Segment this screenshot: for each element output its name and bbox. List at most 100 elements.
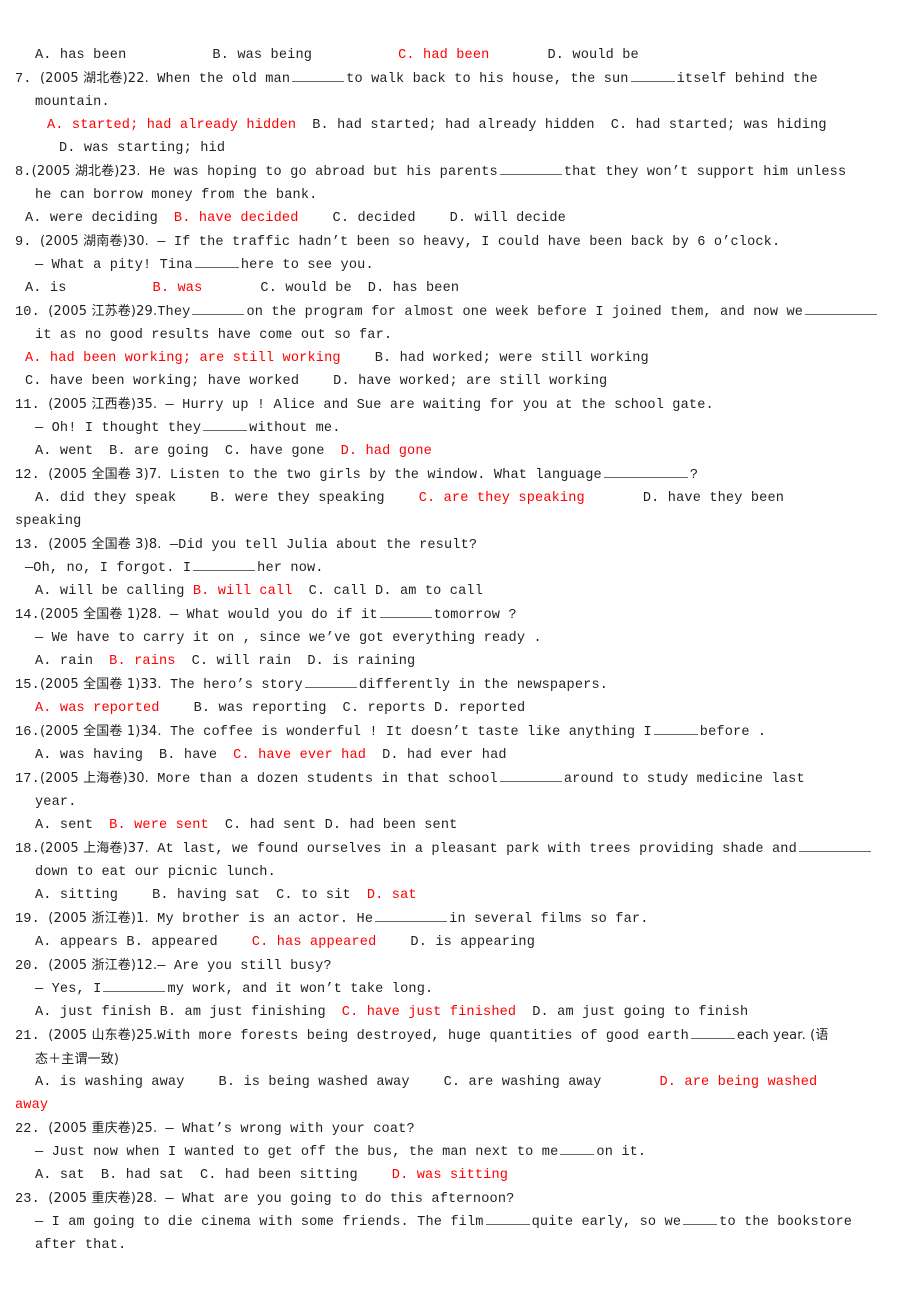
- option-a-answer[interactable]: A. was reported: [35, 701, 160, 716]
- option-c[interactable]: C. reports: [343, 701, 426, 716]
- option-c-answer[interactable]: C. has appeared: [252, 935, 377, 950]
- option-b[interactable]: B. were they speaking: [210, 491, 384, 506]
- option-b-answer[interactable]: B. was: [153, 281, 203, 296]
- option-a[interactable]: A. did they speak: [35, 491, 176, 506]
- answer-blank[interactable]: [683, 1212, 718, 1225]
- option-c[interactable]: C. would be: [260, 281, 351, 296]
- option-c[interactable]: C. had started; was hiding: [611, 118, 827, 133]
- answer-blank[interactable]: [630, 69, 675, 82]
- option-d-answer[interactable]: D. was sitting: [392, 1168, 508, 1183]
- option-b-answer[interactable]: B. were sent: [109, 818, 209, 833]
- option-a[interactable]: A. appears: [35, 935, 118, 950]
- option-a-answer[interactable]: A. had been working; are still working: [25, 351, 341, 366]
- options-row-wrap[interactable]: away: [15, 1094, 905, 1117]
- answer-blank[interactable]: [304, 675, 357, 688]
- option-b[interactable]: B. are going: [109, 444, 209, 459]
- option-a[interactable]: A. sat: [35, 1168, 85, 1183]
- option-a[interactable]: A. just finish: [35, 1005, 151, 1020]
- answer-blank[interactable]: [499, 162, 562, 175]
- option-a[interactable]: A. has been: [35, 48, 126, 63]
- option-d[interactable]: D. is appearing: [410, 935, 535, 950]
- question-stem: 10. (2005 江苏卷)29.They on the program for …: [15, 300, 905, 324]
- option-d[interactable]: D. is raining: [307, 654, 415, 669]
- option-d[interactable]: D. am just going to finish: [532, 1005, 748, 1020]
- answer-blank[interactable]: [194, 255, 239, 268]
- option-b[interactable]: B. is being washed away: [219, 1075, 410, 1090]
- answer-blank[interactable]: [292, 69, 345, 82]
- option-c[interactable]: C. had been sitting: [200, 1168, 358, 1183]
- option-b-answer[interactable]: B. will call: [193, 584, 293, 599]
- option-c[interactable]: C. to sit: [276, 888, 351, 903]
- option-a[interactable]: A. rain: [35, 654, 93, 669]
- option-d[interactable]: D. have they been: [643, 491, 784, 506]
- option-b[interactable]: B. had worked; were still working: [375, 351, 649, 366]
- options-row: A. was reported B. was reporting C. report…: [15, 697, 905, 720]
- answer-blank[interactable]: [560, 1142, 595, 1155]
- answer-blank[interactable]: [603, 465, 688, 478]
- option-c[interactable]: C. decided: [333, 211, 416, 226]
- option-c[interactable]: C. call: [309, 584, 367, 599]
- option-a[interactable]: A. sitting: [35, 888, 118, 903]
- option-c-answer[interactable]: C. have just finished: [342, 1005, 516, 1020]
- option-b[interactable]: B. appeared: [126, 935, 217, 950]
- option-a[interactable]: A. is washing away: [35, 1075, 185, 1090]
- option-d[interactable]: D. will decide: [450, 211, 566, 226]
- option-c[interactable]: C. have gone: [225, 444, 325, 459]
- option-c[interactable]: C. are washing away: [444, 1075, 602, 1090]
- answer-blank[interactable]: [379, 605, 432, 618]
- option-c[interactable]: C. have been working; have worked: [25, 374, 299, 389]
- option-b[interactable]: B. was reporting: [194, 701, 327, 716]
- option-c[interactable]: C. had sent: [225, 818, 316, 833]
- option-a[interactable]: A. will be calling: [35, 584, 185, 599]
- option-a[interactable]: A. was having: [35, 748, 143, 763]
- option-b[interactable]: B. am just finishing: [160, 1005, 326, 1020]
- option-d[interactable]: D. am to call: [375, 584, 483, 599]
- option-d-answer[interactable]: D. are being washed: [659, 1075, 817, 1090]
- option-c-answer[interactable]: C. have ever had: [233, 748, 366, 763]
- answer-blank[interactable]: [193, 558, 256, 571]
- option-b[interactable]: B. have: [159, 748, 217, 763]
- answer-blank[interactable]: [192, 302, 245, 315]
- option-d[interactable]: D. have worked; are still working: [333, 374, 607, 389]
- option-a[interactable]: A. sent: [35, 818, 93, 833]
- option-c-answer[interactable]: C. are they speaking: [419, 491, 585, 506]
- option-d[interactable]: D. was starting; hid: [59, 141, 225, 156]
- options-row-wrap[interactable]: speaking: [15, 510, 905, 533]
- option-b[interactable]: B. had started; had already hidden: [312, 118, 594, 133]
- option-d[interactable]: D. would be: [547, 48, 638, 63]
- option-d[interactable]: D. had ever had: [382, 748, 507, 763]
- answer-blank[interactable]: [499, 769, 562, 782]
- option-d[interactable]: D. had been sent: [325, 818, 458, 833]
- option-b[interactable]: B. having sat: [152, 888, 260, 903]
- stem-text: that they won’t support him unless: [563, 165, 847, 180]
- question-block-16: 16.(2005 全国卷 1)34. The coffee is wonderf…: [15, 720, 905, 767]
- stem-text: At last, we found ourselves in a pleasan…: [157, 842, 797, 857]
- answer-blank[interactable]: [103, 979, 166, 992]
- answer-blank[interactable]: [798, 839, 871, 852]
- option-a[interactable]: A. were deciding: [25, 211, 158, 226]
- question-block-20: 20. (2005 浙江卷)12.— Are you still busy? —…: [15, 954, 905, 1024]
- option-d-answer[interactable]: D. sat: [367, 888, 417, 903]
- answer-blank[interactable]: [485, 1212, 530, 1225]
- options-row: D. was starting; hid: [15, 137, 905, 160]
- option-b-answer[interactable]: B. rains: [109, 654, 175, 669]
- option-d[interactable]: D. has been: [368, 281, 459, 296]
- answer-blank[interactable]: [690, 1026, 735, 1039]
- option-b-answer[interactable]: B. have decided: [174, 211, 299, 226]
- option-b[interactable]: B. had sat: [101, 1168, 184, 1183]
- option-b[interactable]: B. was being: [212, 48, 312, 63]
- option-a[interactable]: A. went: [35, 444, 93, 459]
- option-c-answer[interactable]: C. had been: [398, 48, 489, 63]
- answer-blank[interactable]: [653, 722, 698, 735]
- option-d[interactable]: D. reported: [434, 701, 525, 716]
- option-a-answer[interactable]: A. started; had already hidden: [47, 118, 296, 133]
- option-a[interactable]: A. is: [25, 281, 67, 296]
- option-c[interactable]: C. will rain: [192, 654, 292, 669]
- answer-blank[interactable]: [805, 302, 878, 315]
- answer-blank[interactable]: [203, 418, 248, 431]
- stem-text: He was hoping to go abroad but his paren…: [148, 165, 498, 180]
- question-stem: 22. (2005 重庆卷)25. — What’s wrong with yo…: [15, 1117, 905, 1141]
- answer-blank[interactable]: [375, 909, 448, 922]
- option-d-answer[interactable]: D. had gone: [341, 444, 432, 459]
- question-stem: 11. (2005 江西卷)35. — Hurry up ! Alice and…: [15, 393, 905, 417]
